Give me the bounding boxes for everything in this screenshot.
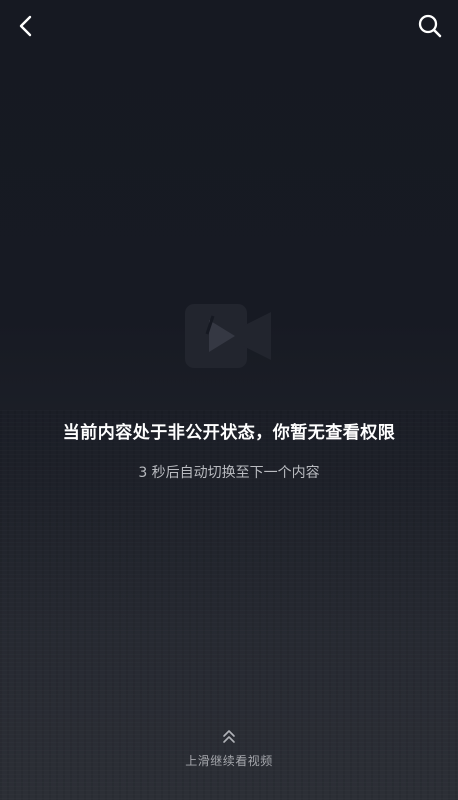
video-play-icon bbox=[185, 304, 271, 368]
back-button[interactable] bbox=[10, 10, 42, 42]
swipe-up-hint[interactable]: 上滑继续看视频 bbox=[0, 728, 458, 769]
search-icon bbox=[418, 14, 442, 38]
screen: 当前内容处于非公开状态，你暂无查看权限 3 秒后自动切换至下一个内容 上滑继续看… bbox=[0, 0, 458, 800]
restricted-content-message: 当前内容处于非公开状态，你暂无查看权限 bbox=[62, 423, 396, 443]
chevron-left-icon bbox=[19, 15, 32, 37]
double-chevron-up-icon bbox=[223, 730, 235, 743]
swipe-up-label: 上滑继续看视频 bbox=[185, 754, 273, 768]
auto-switch-countdown: 3 秒后自动切换至下一个内容 bbox=[138, 465, 320, 481]
search-button[interactable] bbox=[414, 10, 446, 42]
